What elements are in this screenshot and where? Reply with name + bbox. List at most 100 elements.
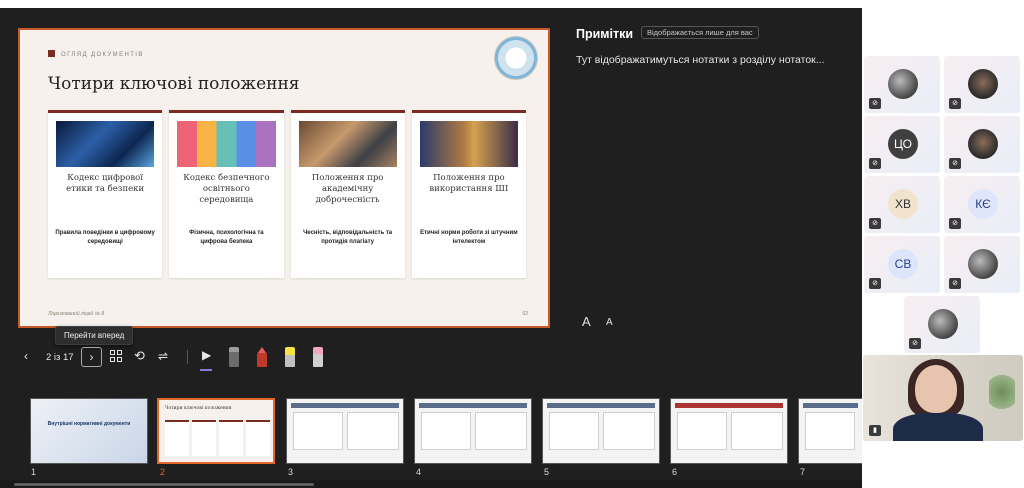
mini-card — [246, 420, 270, 456]
slide-thumbnail-1[interactable]: Внутрішні нормативні документи — [30, 398, 148, 464]
slide-cards: Кодекс цифрової етики та безпеки Правила… — [48, 110, 526, 278]
slide-thumbnail-2[interactable]: Чотири ключові положення — [157, 398, 275, 464]
notes-title: Примітки — [576, 27, 634, 41]
thumbnail-scrollbar[interactable] — [0, 480, 862, 488]
grid-cell — [110, 357, 115, 362]
card-subtitle: Чесність, відповідальність та протидія п… — [303, 230, 393, 245]
thumb-box — [347, 412, 399, 450]
mic-muted-icon: ⊘ — [949, 158, 961, 169]
pen-red-icon[interactable] — [257, 347, 267, 367]
highlighter-icon[interactable] — [285, 347, 295, 367]
grid-cell — [110, 350, 115, 355]
card-image — [56, 121, 155, 167]
audio-level-icon: ▮ — [869, 425, 881, 436]
thumb-header — [675, 403, 783, 408]
school-logo — [494, 36, 538, 80]
avatar — [968, 69, 998, 99]
participant-tile[interactable]: ⊘ — [944, 116, 1020, 173]
participant-tile[interactable]: ⊘ — [864, 56, 940, 113]
avatar — [968, 249, 998, 279]
card-image — [177, 121, 276, 167]
avatar-initials: КЄ — [968, 189, 998, 219]
mic-muted-icon: ⊘ — [869, 218, 881, 229]
current-slide: ОГЛЯД ДОКУМЕНТІВ Чотири ключові положенн… — [18, 28, 550, 328]
slide-thumbnail-7[interactable] — [798, 398, 862, 464]
next-tooltip: Перейти вперед — [55, 326, 134, 345]
notes-text[interactable]: Тут відображатимуться нотатки з розділу … — [576, 54, 825, 66]
thumbnail-number: 6 — [672, 467, 678, 477]
grid-cell — [117, 357, 122, 362]
participant-tile[interactable]: КЄ ⊘ — [944, 176, 1020, 233]
active-speaker-video[interactable]: ▮ — [863, 355, 1023, 441]
slide-thumbnail-4[interactable] — [414, 398, 532, 464]
thumbnail-title: Внутрішні нормативні документи — [47, 421, 131, 427]
card-subtitle: Фізична, психологічна та цифрова безпека — [189, 230, 264, 245]
mic-muted-icon: ⊘ — [909, 338, 921, 349]
thumb-box — [549, 412, 599, 450]
thumb-box — [805, 412, 855, 450]
pointer-active-indicator — [200, 369, 212, 371]
mini-card — [192, 420, 216, 456]
participant-tile[interactable]: ⊘ — [944, 236, 1020, 293]
card-subtitle: Етичні норми роботи зі штучним інтелекто… — [420, 230, 518, 245]
slide-thumbnail-6[interactable] — [670, 398, 788, 464]
next-slide-button[interactable]: › — [81, 347, 102, 367]
card-digital-ethics: Кодекс цифрової етики та безпеки Правила… — [48, 110, 163, 278]
card-safe-environment: Кодекс безпечного освітнього середовища … — [169, 110, 284, 278]
thumb-box — [421, 412, 471, 450]
thumb-header — [419, 403, 527, 408]
participant-tile[interactable]: ⊘ — [904, 296, 980, 353]
slide-title: Чотири ключові положення — [48, 74, 300, 94]
background-plant — [989, 367, 1015, 417]
mic-muted-icon: ⊘ — [869, 158, 881, 169]
toolbar-divider — [187, 350, 188, 364]
participant-tile[interactable]: СВ ⊘ — [864, 236, 940, 293]
slide-thumbnail-3[interactable] — [286, 398, 404, 464]
notes-visibility-badge: Відображається лише для вас — [641, 26, 759, 39]
tagline-marker — [48, 50, 55, 57]
card-ai-usage: Положення про використання ШІ Етичні нор… — [411, 110, 526, 278]
mic-muted-icon: ⊘ — [869, 278, 881, 289]
speaker-face — [915, 365, 957, 413]
presenter-view: ОГЛЯД ДОКУМЕНТІВ Чотири ключові положенн… — [0, 8, 862, 480]
thumbnail-number: 1 — [31, 467, 37, 477]
participant-tile[interactable]: ХВ ⊘ — [864, 176, 940, 233]
slide-footer-left: Ліцензований ліцей № 8 — [48, 311, 105, 317]
thumbnail-number: 7 — [800, 467, 806, 477]
card-subtitle: Правила поведінки в цифровому середовищі — [55, 230, 155, 245]
grid-cell — [117, 350, 122, 355]
avatar-initials: ХВ — [888, 189, 918, 219]
slide-counter: 2 із 17 — [46, 352, 74, 363]
thumbnail-number: 4 — [416, 467, 422, 477]
participants-panel: ⊘ ⊘ ЦО ⊘ ⊘ ХВ ⊘ КЄ ⊘ СВ ⊘ ⊘ ⊘ ▮ — [862, 0, 1024, 488]
grid-view-icon[interactable] — [110, 350, 123, 363]
scrollbar-thumb[interactable] — [14, 483, 314, 486]
speaker-body — [893, 413, 983, 441]
thumb-header — [547, 403, 655, 408]
decrease-font-button[interactable]: A — [606, 317, 613, 328]
thumb-box — [677, 412, 727, 450]
avatar-initials: ЦО — [888, 129, 918, 159]
pen-black-icon[interactable] — [229, 347, 239, 367]
avatar — [888, 69, 918, 99]
settings-sliders-icon[interactable]: ⇌ — [158, 349, 168, 363]
mic-muted-icon: ⊘ — [949, 98, 961, 109]
mic-muted-icon: ⊘ — [869, 98, 881, 109]
tagline-text: ОГЛЯД ДОКУМЕНТІВ — [61, 52, 144, 58]
previous-slide-button[interactable]: ‹ — [24, 349, 28, 363]
card-academic-integrity: Положення про академічну доброчесність Ч… — [290, 110, 405, 278]
participant-tile[interactable]: ⊘ — [944, 56, 1020, 113]
card-image — [298, 121, 397, 167]
participant-tile[interactable]: ЦО ⊘ — [864, 116, 940, 173]
thumb-box — [475, 412, 527, 450]
laser-pointer-icon[interactable]: ▶ — [202, 348, 211, 362]
loop-icon[interactable]: ⟲ — [134, 348, 145, 364]
thumbnail-number: 2 — [160, 467, 166, 477]
thumb-header — [803, 403, 858, 408]
eraser-icon[interactable] — [313, 347, 323, 367]
increase-font-button[interactable]: A — [582, 314, 591, 329]
card-title: Положення про використання ШІ — [429, 173, 509, 194]
slide-tagline: ОГЛЯД ДОКУМЕНТІВ — [48, 50, 144, 58]
slide-thumbnail-5[interactable] — [542, 398, 660, 464]
avatar — [968, 129, 998, 159]
